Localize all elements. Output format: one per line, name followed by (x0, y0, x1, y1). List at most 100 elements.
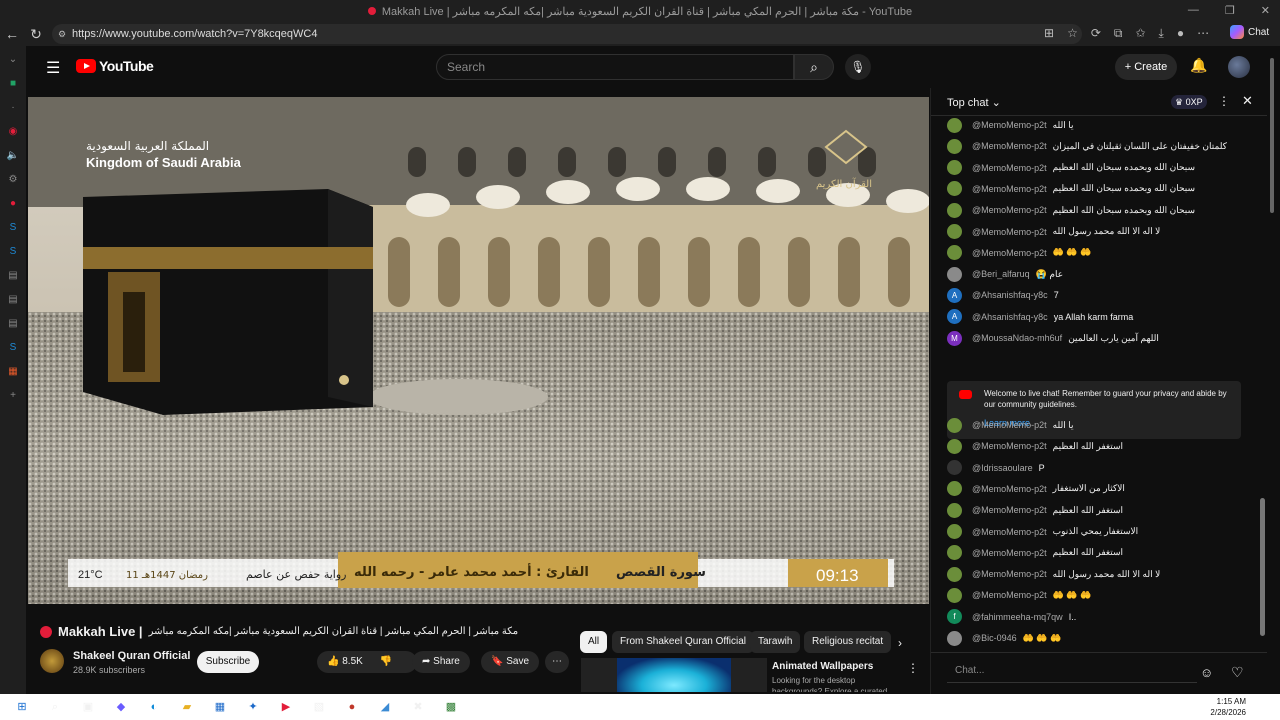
close-chat-icon[interactable]: ✕ (1242, 93, 1253, 109)
chat-avatar[interactable] (947, 502, 962, 518)
file-explorer-icon[interactable]: ▰ (176, 698, 198, 716)
app-icon[interactable]: ● (341, 698, 363, 716)
chat-author[interactable]: @Bic-0946 (972, 633, 1017, 643)
app-icon[interactable]: ● (6, 198, 20, 213)
chat-avatar[interactable] (947, 138, 962, 154)
settings-icon[interactable]: ⚙ (6, 174, 20, 189)
chat-avatar[interactable] (947, 417, 962, 433)
chat-author[interactable]: @MemoMemo-p2t (972, 205, 1047, 215)
chat-avatar[interactable] (947, 160, 962, 176)
chat-message[interactable]: @Beri_alfaruq 😭 عام (947, 265, 1063, 283)
chat-author[interactable]: @MemoMemo-p2t (972, 441, 1047, 451)
edge-icon[interactable]: ◐ (143, 698, 165, 716)
search-button[interactable]: ⌕ (794, 54, 834, 80)
more-actions-icon[interactable]: ⋯ (545, 651, 569, 673)
chat-avatar[interactable] (947, 224, 962, 239)
record-icon[interactable]: ◉ (6, 126, 20, 141)
chat-author[interactable]: @Ahsanishfaq-y8c (972, 290, 1048, 300)
video-player[interactable]: المملكة العربية السعودية Kingdom of Saud… (28, 97, 929, 604)
add-icon[interactable]: + (6, 390, 20, 405)
chat-avatar[interactable] (947, 181, 962, 197)
chat-avatar[interactable] (947, 524, 962, 539)
chat-message[interactable]: A @Ahsanishfaq-y8c 7 (947, 286, 1059, 304)
chat-message[interactable]: @MemoMemo-p2t يا الله (947, 416, 1073, 434)
chat-avatar[interactable] (947, 566, 962, 582)
chat-avatar[interactable] (947, 245, 962, 261)
reload-icon[interactable]: ↻ (24, 26, 48, 43)
page-scrollbar[interactable] (1268, 48, 1276, 213)
chat-author[interactable]: @MemoMemo-p2t (972, 548, 1047, 558)
chat-author[interactable]: @MoussaNdao-mh6uf (972, 333, 1062, 343)
chat-message[interactable]: @MemoMemo-p2t 🤲 🤲 🤲 (947, 586, 1091, 604)
notifications-icon[interactable]: 🔔 (1190, 57, 1207, 74)
chat-author[interactable]: @MemoMemo-p2t (972, 569, 1047, 579)
search-input[interactable]: Search (436, 54, 794, 80)
chat-message[interactable]: @MemoMemo-p2t يا الله (947, 116, 1073, 134)
chat-avatar[interactable] (947, 266, 962, 282)
video-thumbnail[interactable] (581, 658, 767, 692)
chat-avatar[interactable]: A (947, 287, 962, 303)
app-icon[interactable]: · (6, 102, 20, 117)
maximize-icon[interactable]: ❐ (1225, 4, 1235, 17)
chat-author[interactable]: @MemoMemo-p2t (972, 248, 1047, 258)
chat-message[interactable]: @MemoMemo-p2t سبحان الله وبحمده سبحان الل… (947, 159, 1195, 177)
refresh-extension-icon[interactable]: ⟳ (1091, 26, 1101, 41)
chat-author[interactable]: @MemoMemo-p2t (972, 120, 1047, 130)
chat-scrollbar[interactable] (1260, 120, 1265, 640)
windows-start-icon[interactable]: ⊞ (11, 698, 33, 716)
chat-message[interactable]: @MemoMemo-p2t سبحان الله وبحمده سبحان الل… (947, 201, 1195, 219)
chat-author[interactable]: @Ahsanishfaq-y8c (972, 312, 1048, 322)
app-icon[interactable]: ▤ (6, 270, 20, 285)
copilot-icon[interactable]: ◆ (110, 698, 132, 716)
chat-author[interactable]: @MemoMemo-p2t (972, 420, 1047, 430)
chat-avatar[interactable]: M (947, 330, 962, 346)
close-window-icon[interactable]: ✕ (1261, 4, 1270, 17)
app-icon[interactable]: ✖ (407, 698, 429, 716)
app-icon[interactable]: ✦ (242, 698, 264, 716)
chat-author[interactable]: @MemoMemo-p2t (972, 184, 1047, 194)
minimize-icon[interactable]: — (1188, 4, 1199, 17)
skype-icon[interactable]: S (6, 246, 20, 261)
chat-message[interactable]: @MemoMemo-p2t كلمتان خفيفتان على اللسان ث… (947, 137, 1227, 155)
chip-religious[interactable]: Religious recitat (804, 631, 892, 653)
audio-icon[interactable]: 🔈 (6, 150, 20, 165)
chat-message[interactable]: @MemoMemo-p2t سبحان الله وبحمده سبحان الل… (947, 180, 1195, 198)
channel-avatar[interactable] (40, 649, 64, 673)
chip-all[interactable]: All (580, 631, 608, 653)
recommended-title[interactable]: Animated Wallpapers (772, 661, 873, 672)
downloads-icon[interactable]: ⤓ (1159, 26, 1164, 41)
xp-badge[interactable]: ♛ 0XP (1171, 95, 1207, 109)
save-button[interactable]: 🔖 Save (481, 651, 540, 673)
chat-options-icon[interactable]: ⋮ (1218, 94, 1230, 108)
chat-message[interactable]: @MemoMemo-p2t لا اله الا الله محمد رسول ا… (947, 223, 1160, 241)
chat-avatar[interactable] (947, 481, 962, 497)
favorite-icon[interactable]: ☆ (1067, 26, 1078, 41)
app-icon[interactable]: ◢ (374, 698, 396, 716)
chat-avatar[interactable] (947, 587, 962, 603)
address-bar[interactable]: ⚙ https://www.youtube.com/watch?v=7Y8kcq… (52, 24, 1082, 44)
chat-avatar[interactable] (947, 630, 962, 646)
skype-icon[interactable]: S (6, 342, 20, 357)
dislike-icon[interactable]: 👎 (380, 656, 392, 667)
chat-author[interactable]: @MemoMemo-p2t (972, 527, 1047, 537)
emoji-icon[interactable]: ☺ (1200, 665, 1213, 680)
like-button[interactable]: 👍 8.5K (327, 656, 363, 667)
chat-avatar[interactable] (947, 438, 962, 454)
app-icon[interactable]: ▤ (6, 318, 20, 333)
chat-author[interactable]: @Idrissaoulare (972, 463, 1033, 473)
store-icon[interactable]: ▦ (209, 698, 231, 716)
copilot-chat-button[interactable]: Chat (1230, 25, 1269, 39)
back-icon[interactable]: ← (0, 26, 24, 42)
skype-icon[interactable]: S (6, 222, 20, 237)
app-icon[interactable]: ▤ (6, 294, 20, 309)
chat-avatar[interactable] (947, 460, 962, 476)
recommended-video[interactable]: Animated Wallpapers Looking for the desk… (581, 658, 921, 692)
more-icon[interactable]: ⋯ (1197, 26, 1209, 41)
favorites-icon[interactable]: ✩ (1135, 26, 1145, 41)
extensions-icon[interactable]: ⧉ (1114, 26, 1123, 41)
chat-message[interactable]: @MemoMemo-p2t استغفر الله العظيم (947, 437, 1123, 455)
app-icon[interactable]: ▩ (440, 698, 462, 716)
youtube-app-icon[interactable]: ▶ (275, 698, 297, 716)
more-options-icon[interactable]: ⋮ (907, 661, 919, 675)
office-icon[interactable]: ▦ (6, 366, 20, 381)
